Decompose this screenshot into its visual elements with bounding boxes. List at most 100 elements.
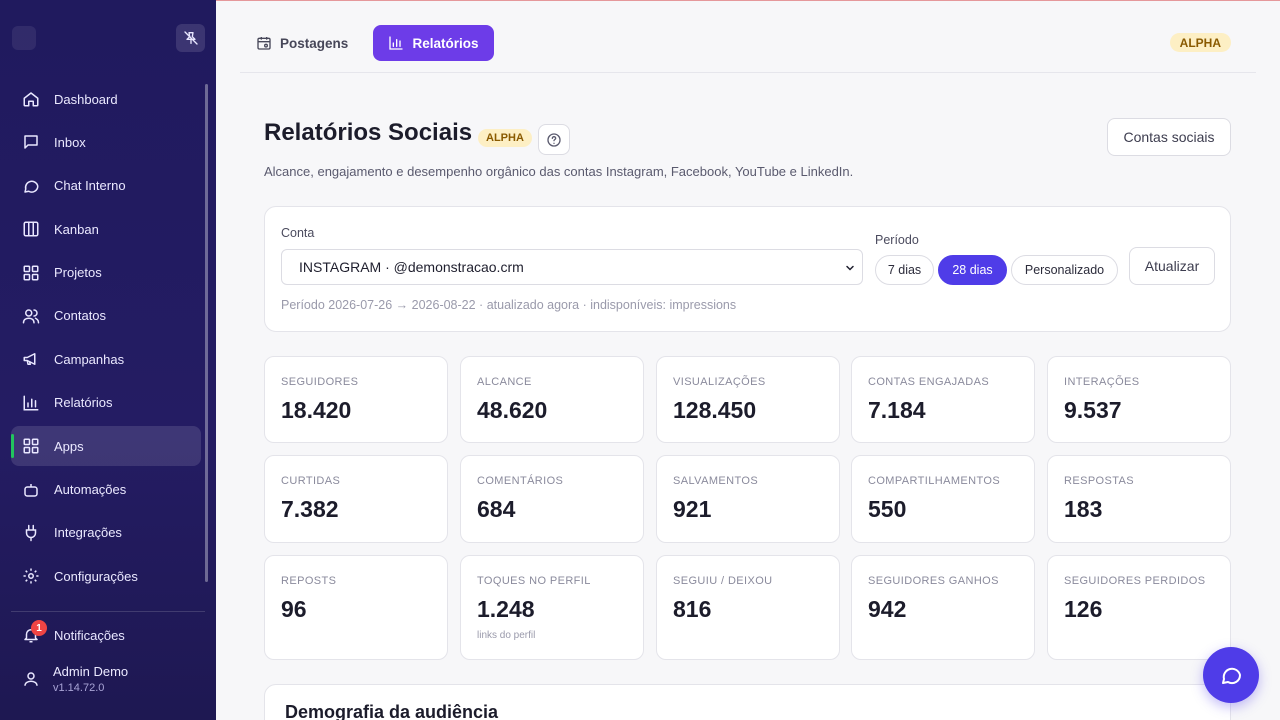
title-alpha-badge: ALPHA (478, 129, 532, 147)
help-circle-icon (547, 132, 561, 147)
metric-card-visualizacoes: VISUALIZAÇÕES 128.450 (656, 356, 840, 443)
sidebar-item-campanhas[interactable]: Campanhas (11, 339, 201, 379)
metric-value: 1.248 (477, 596, 535, 622)
metric-label: RESPOSTAS (1064, 475, 1135, 487)
page-subtitle: Alcance, engajamento e desempenho orgâni… (264, 164, 854, 179)
sidebar-item-kanban[interactable]: Kanban (11, 209, 201, 249)
logo (12, 26, 36, 50)
sidebar-item-automacoes[interactable]: Automações (11, 470, 201, 510)
gear-icon (23, 568, 39, 584)
metric-label: CONTAS ENGAJADAS (868, 376, 990, 388)
account-label: Conta (281, 226, 315, 240)
bot-icon (24, 483, 38, 497)
sidebar-item-inbox[interactable]: Inbox (11, 122, 201, 162)
period-28-days-button[interactable]: 28 dias (938, 255, 1007, 285)
metric-card-seguidores: SEGUIDORES 18.420 (264, 356, 448, 443)
sidebar-nav: Dashboard Inbox Chat Interno Kanban Proj… (11, 79, 201, 600)
metric-label: SEGUIDORES (281, 376, 359, 388)
sidebar-item-integracoes[interactable]: Integrações (11, 513, 201, 553)
chevron-down-icon (846, 265, 854, 271)
sidebar-item-label: Kanban (54, 221, 99, 237)
sidebar-item-apps[interactable]: Apps (11, 426, 201, 467)
metric-label: TOQUES NO PERFIL (477, 575, 591, 587)
metric-label: SALVAMENTOS (673, 475, 759, 487)
metric-label: VISUALIZAÇÕES (673, 376, 766, 388)
tab-label: Postagens (280, 35, 349, 51)
sidebar: Dashboard Inbox Chat Interno Kanban Proj… (0, 0, 216, 720)
metric-label: ALCANCE (477, 376, 532, 388)
metric-card-comentarios: COMENTÁRIOS 684 (460, 455, 644, 543)
sidebar-item-contatos[interactable]: Contatos (11, 296, 201, 336)
filter-card: Conta INSTAGRAM · @demonstracao.crm Perí… (264, 206, 1231, 332)
metric-value: 183 (1064, 496, 1103, 522)
top-tabs: Postagens Relatórios ALPHA (240, 1, 1256, 73)
sidebar-item-label: Dashboard (54, 91, 118, 107)
help-button[interactable] (538, 124, 570, 155)
account-select[interactable]: INSTAGRAM · @demonstracao.crm (281, 249, 863, 285)
metric-label: COMPARTILHAMENTOS (868, 475, 1001, 487)
pin-off-icon (183, 31, 198, 45)
grid-icon (23, 265, 39, 281)
period-info: Período 2026-07-26 → 2026-08-22 · atuali… (281, 298, 737, 312)
metric-card-salvamentos: SALVAMENTOS 921 (656, 455, 840, 543)
metric-card-toques-no-perfil: TOQUES NO PERFIL 1.248 links do perfil (460, 555, 644, 660)
metric-value: 128.450 (673, 397, 757, 423)
chat-icon (24, 180, 39, 193)
plug-icon (25, 524, 37, 542)
metric-label: SEGUIU / DEIXOU (673, 575, 773, 587)
metric-card-reposts: REPOSTS 96 (264, 555, 448, 660)
metric-note: links do perfil (477, 630, 536, 641)
metric-value: 96 (281, 596, 307, 622)
metric-card-curtidas: CURTIDAS 7.382 (264, 455, 448, 543)
sidebar-item-chat-interno[interactable]: Chat Interno (11, 166, 201, 206)
metric-label: SEGUIDORES PERDIDOS (1064, 575, 1206, 587)
kanban-icon (23, 221, 39, 237)
metric-card-alcance: ALCANCE 48.620 (460, 356, 644, 443)
metric-value: 7.382 (281, 496, 339, 522)
sidebar-item-projetos[interactable]: Projetos (11, 253, 201, 293)
metric-card-seguiu-deixou: SEGUIU / DEIXOU 816 (656, 555, 840, 660)
user-profile[interactable]: Admin Demo v1.14.72.0 (22, 664, 128, 694)
period-label: Período (875, 233, 919, 247)
metric-value: 7.184 (868, 397, 926, 423)
unpin-sidebar-button[interactable] (176, 24, 205, 52)
period-7-days-button[interactable]: 7 dias (875, 255, 934, 285)
main-content: Postagens Relatórios ALPHA Relatórios So… (216, 1, 1280, 720)
alpha-badge: ALPHA (1169, 33, 1231, 52)
metric-label: CURTIDAS (281, 475, 341, 487)
metric-card-interacoes: INTERAÇÕES 9.537 (1047, 356, 1231, 443)
bar-chart-icon (389, 36, 404, 50)
tab-postagens[interactable]: Postagens (256, 25, 348, 61)
sidebar-item-label: Automações (54, 482, 127, 498)
update-button[interactable]: Atualizar (1129, 247, 1215, 285)
sidebar-item-relatorios[interactable]: Relatórios (11, 383, 201, 423)
sidebar-item-configuracoes[interactable]: Configurações (11, 556, 201, 596)
metric-value: 684 (477, 496, 516, 522)
sidebar-item-label: Apps (54, 438, 84, 454)
sidebar-scrollbar[interactable] (205, 84, 208, 582)
metric-value: 816 (673, 596, 712, 622)
notification-count-badge: 1 (31, 620, 47, 636)
metric-label: REPOSTS (281, 575, 337, 587)
sidebar-item-label: Contatos (54, 308, 107, 324)
sidebar-item-label: Integrações (54, 525, 122, 541)
sidebar-item-dashboard[interactable]: Dashboard (11, 79, 201, 119)
metric-card-respostas: RESPOSTAS 183 (1047, 455, 1231, 543)
demography-title: Demografia da audiência (285, 702, 499, 720)
period-custom-button[interactable]: Personalizado (1011, 255, 1118, 285)
chat-fab-button[interactable] (1203, 647, 1259, 703)
sidebar-item-label: Inbox (54, 134, 86, 150)
sidebar-item-notificacoes[interactable]: 1 Notificações (11, 616, 201, 654)
sidebar-item-label: Notificações (54, 627, 125, 643)
user-icon (24, 672, 38, 686)
tab-relatorios[interactable]: Relatórios (373, 25, 494, 61)
megaphone-icon (23, 353, 36, 366)
social-accounts-button[interactable]: Contas sociais (1107, 118, 1231, 156)
metric-card-seguidores-perdidos: SEGUIDORES PERDIDOS 126 (1047, 555, 1231, 660)
page-title: Relatórios Sociais (264, 119, 473, 146)
metric-value: 126 (1064, 596, 1103, 622)
inbox-icon (24, 135, 38, 150)
sidebar-item-label: Configurações (54, 568, 138, 584)
apps-icon (23, 438, 39, 454)
metric-value: 48.620 (477, 397, 548, 423)
